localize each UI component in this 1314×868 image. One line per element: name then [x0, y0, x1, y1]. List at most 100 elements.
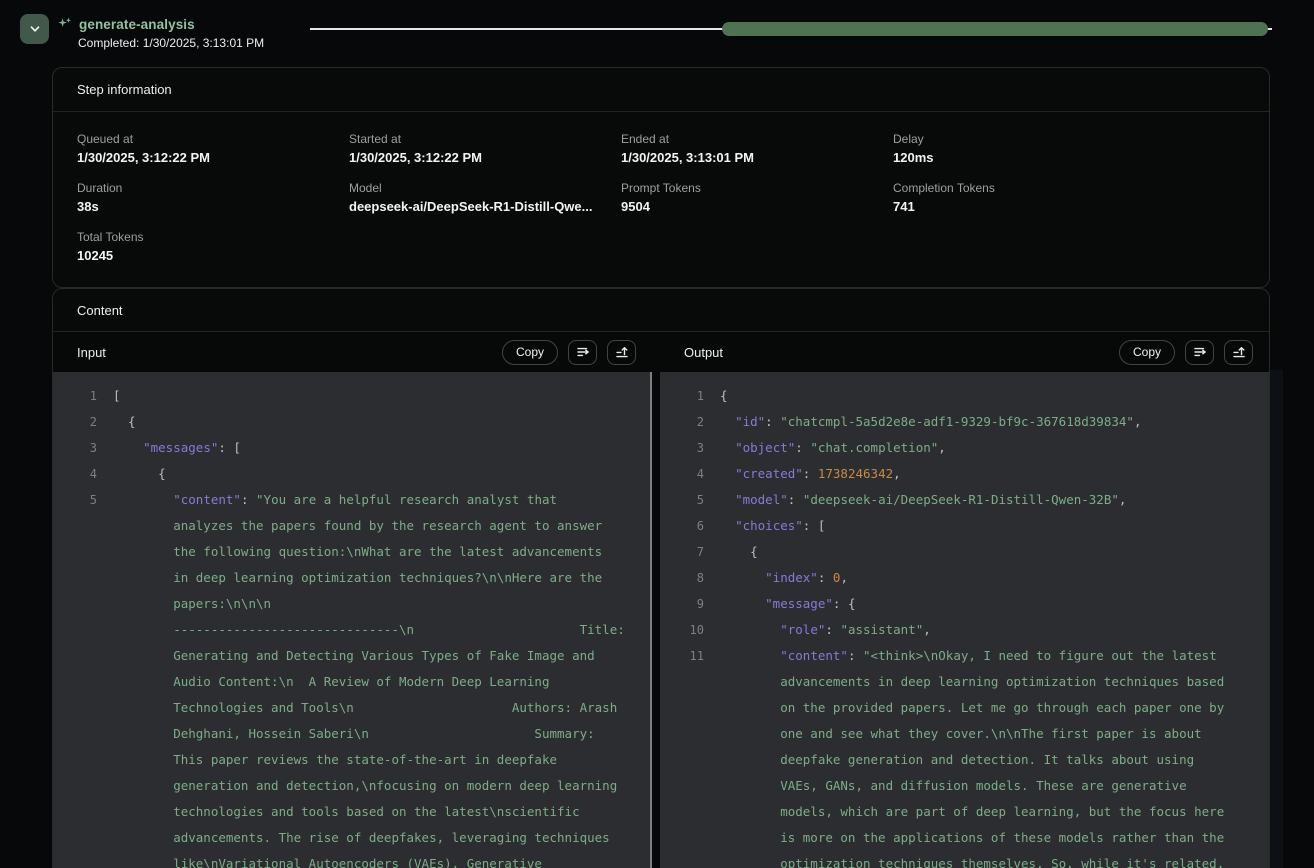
- line-number: [53, 747, 97, 773]
- line-number: [53, 565, 97, 591]
- code-line: optimization techniques themselves. So, …: [660, 851, 1269, 868]
- code-line: Dehghani, Hossein Saberi\n Summary:: [53, 721, 652, 747]
- code-text: {: [97, 461, 166, 487]
- step-header: generate-analysis Completed: 1/30/2025, …: [0, 0, 1314, 67]
- line-number: 3: [660, 435, 704, 461]
- code-line: 9 "message": {: [660, 591, 1269, 617]
- code-line: 3 "messages": [: [53, 435, 652, 461]
- code-line: the following question:\nWhat are the la…: [53, 539, 652, 565]
- line-number: [53, 539, 97, 565]
- code-text: "content": "You are a helpful research a…: [97, 487, 557, 513]
- field-started-at: Started at 1/30/2025, 3:12:22 PM: [349, 132, 621, 165]
- code-line: 11 "content": "<think>\nOkay, I need to …: [660, 643, 1269, 669]
- output-pane: Output Copy: [660, 332, 1269, 868]
- code-text: Audio Content:\n A Review of Modern Deep…: [97, 669, 550, 695]
- code-text: analyzes the papers found by the researc…: [97, 513, 602, 539]
- content-title: Content: [77, 303, 123, 318]
- code-line: 4 "created": 1738246342,: [660, 461, 1269, 487]
- output-scroll-to-top-button[interactable]: [1224, 340, 1253, 365]
- code-text: "id": "chatcmpl-5a5d2e8e-adf1-9329-bf9c-…: [704, 409, 1141, 435]
- line-number: [660, 799, 704, 825]
- timeline-duration-bar[interactable]: [722, 22, 1268, 36]
- code-text: deepfake generation and detection. It ta…: [704, 747, 1194, 773]
- code-text: optimization techniques themselves. So, …: [704, 851, 1224, 868]
- code-text: on the provided papers. Let me go throug…: [704, 695, 1224, 721]
- line-number: 8: [660, 565, 704, 591]
- field-duration: Duration 38s: [77, 181, 349, 214]
- code-line: is more on the applications of these mod…: [660, 825, 1269, 851]
- code-text: "choices": [: [704, 513, 825, 539]
- code-text: VAEs, GANs, and diffusion models. These …: [704, 773, 1187, 799]
- input-output-split: Input Copy: [53, 332, 1269, 868]
- input-wrap-text-button[interactable]: [568, 340, 597, 365]
- output-code-editor[interactable]: 1{2 "id": "chatcmpl-5a5d2e8e-adf1-9329-b…: [660, 372, 1269, 868]
- output-copy-button[interactable]: Copy: [1119, 340, 1175, 365]
- code-line: Technologies and Tools\n Authors: Arash: [53, 695, 652, 721]
- code-text: papers:\n\n\n: [97, 591, 271, 617]
- code-line: 7 {: [660, 539, 1269, 565]
- code-line: 2 "id": "chatcmpl-5a5d2e8e-adf1-9329-bf9…: [660, 409, 1269, 435]
- input-copy-button[interactable]: Copy: [502, 340, 558, 365]
- input-code-editor[interactable]: 1[2 {3 "messages": [4 {5 "content": "You…: [53, 372, 652, 868]
- input-scrollbar[interactable]: [650, 372, 652, 868]
- code-line: 6 "choices": [: [660, 513, 1269, 539]
- code-text: generation and detection,\nfocusing on m…: [97, 773, 617, 799]
- line-number: 1: [660, 383, 704, 409]
- page-scrollbar-track[interactable]: [1270, 370, 1283, 868]
- code-line: Generating and Detecting Various Types o…: [53, 643, 652, 669]
- field-ended-at: Ended at 1/30/2025, 3:13:01 PM: [621, 132, 893, 165]
- code-line: papers:\n\n\n: [53, 591, 652, 617]
- code-line: Audio Content:\n A Review of Modern Deep…: [53, 669, 652, 695]
- line-number: [53, 721, 97, 747]
- line-number: [53, 773, 97, 799]
- code-line: This paper reviews the state-of-the-art …: [53, 747, 652, 773]
- line-number: [53, 643, 97, 669]
- input-pane: Input Copy: [53, 332, 652, 868]
- code-text: like\nVariational Autoencoders (VAEs), G…: [97, 851, 542, 868]
- code-line: 5 "model": "deepseek-ai/DeepSeek-R1-Dist…: [660, 487, 1269, 513]
- code-line: one and see what they cover.\n\nThe firs…: [660, 721, 1269, 747]
- field-total-tokens: Total Tokens 10245: [77, 230, 349, 263]
- code-text: {: [97, 409, 136, 435]
- code-text: "index": 0,: [704, 565, 848, 591]
- pane-divider[interactable]: [652, 332, 660, 868]
- code-line: 1{: [660, 383, 1269, 409]
- line-number: [53, 591, 97, 617]
- code-text: "content": "<think>\nOkay, I need to fig…: [704, 643, 1217, 669]
- code-line: 2 {: [53, 409, 652, 435]
- code-line: 10 "role": "assistant",: [660, 617, 1269, 643]
- input-pane-header: Input Copy: [53, 332, 652, 372]
- line-number: [53, 617, 97, 643]
- input-title: Input: [77, 345, 106, 360]
- input-scroll-to-top-button[interactable]: [607, 340, 636, 365]
- code-line: 4 {: [53, 461, 652, 487]
- line-number: 4: [53, 461, 97, 487]
- code-line: deepfake generation and detection. It ta…: [660, 747, 1269, 773]
- code-text: This paper reviews the state-of-the-art …: [97, 747, 557, 773]
- code-line: 1[: [53, 383, 652, 409]
- code-line: advancements in deep learning optimizati…: [660, 669, 1269, 695]
- line-number: 7: [660, 539, 704, 565]
- code-line: 5 "content": "You are a helpful research…: [53, 487, 652, 513]
- code-text: Generating and Detecting Various Types o…: [97, 643, 595, 669]
- field-queued-at: Queued at 1/30/2025, 3:12:22 PM: [77, 132, 349, 165]
- code-text: Technologies and Tools\n Authors: Arash: [97, 695, 617, 721]
- code-line: ------------------------------\n Title:: [53, 617, 652, 643]
- line-number: [660, 695, 704, 721]
- code-line: in deep learning optimization techniques…: [53, 565, 652, 591]
- code-text: "message": {: [704, 591, 855, 617]
- line-number: 4: [660, 461, 704, 487]
- output-pane-header: Output Copy: [660, 332, 1269, 372]
- code-text: in deep learning optimization techniques…: [97, 565, 602, 591]
- scroll-to-top-icon: [1231, 344, 1247, 360]
- line-number: 2: [660, 409, 704, 435]
- step-information-panel: Step information Queued at 1/30/2025, 3:…: [52, 67, 1270, 288]
- code-text: {: [704, 539, 758, 565]
- line-number: 5: [53, 487, 97, 513]
- collapse-button[interactable]: [20, 14, 49, 44]
- line-number: [53, 825, 97, 851]
- output-wrap-text-button[interactable]: [1185, 340, 1214, 365]
- step-completed-timestamp: Completed: 1/30/2025, 3:13:01 PM: [78, 36, 264, 50]
- step-title: generate-analysis: [79, 17, 195, 32]
- line-number: 2: [53, 409, 97, 435]
